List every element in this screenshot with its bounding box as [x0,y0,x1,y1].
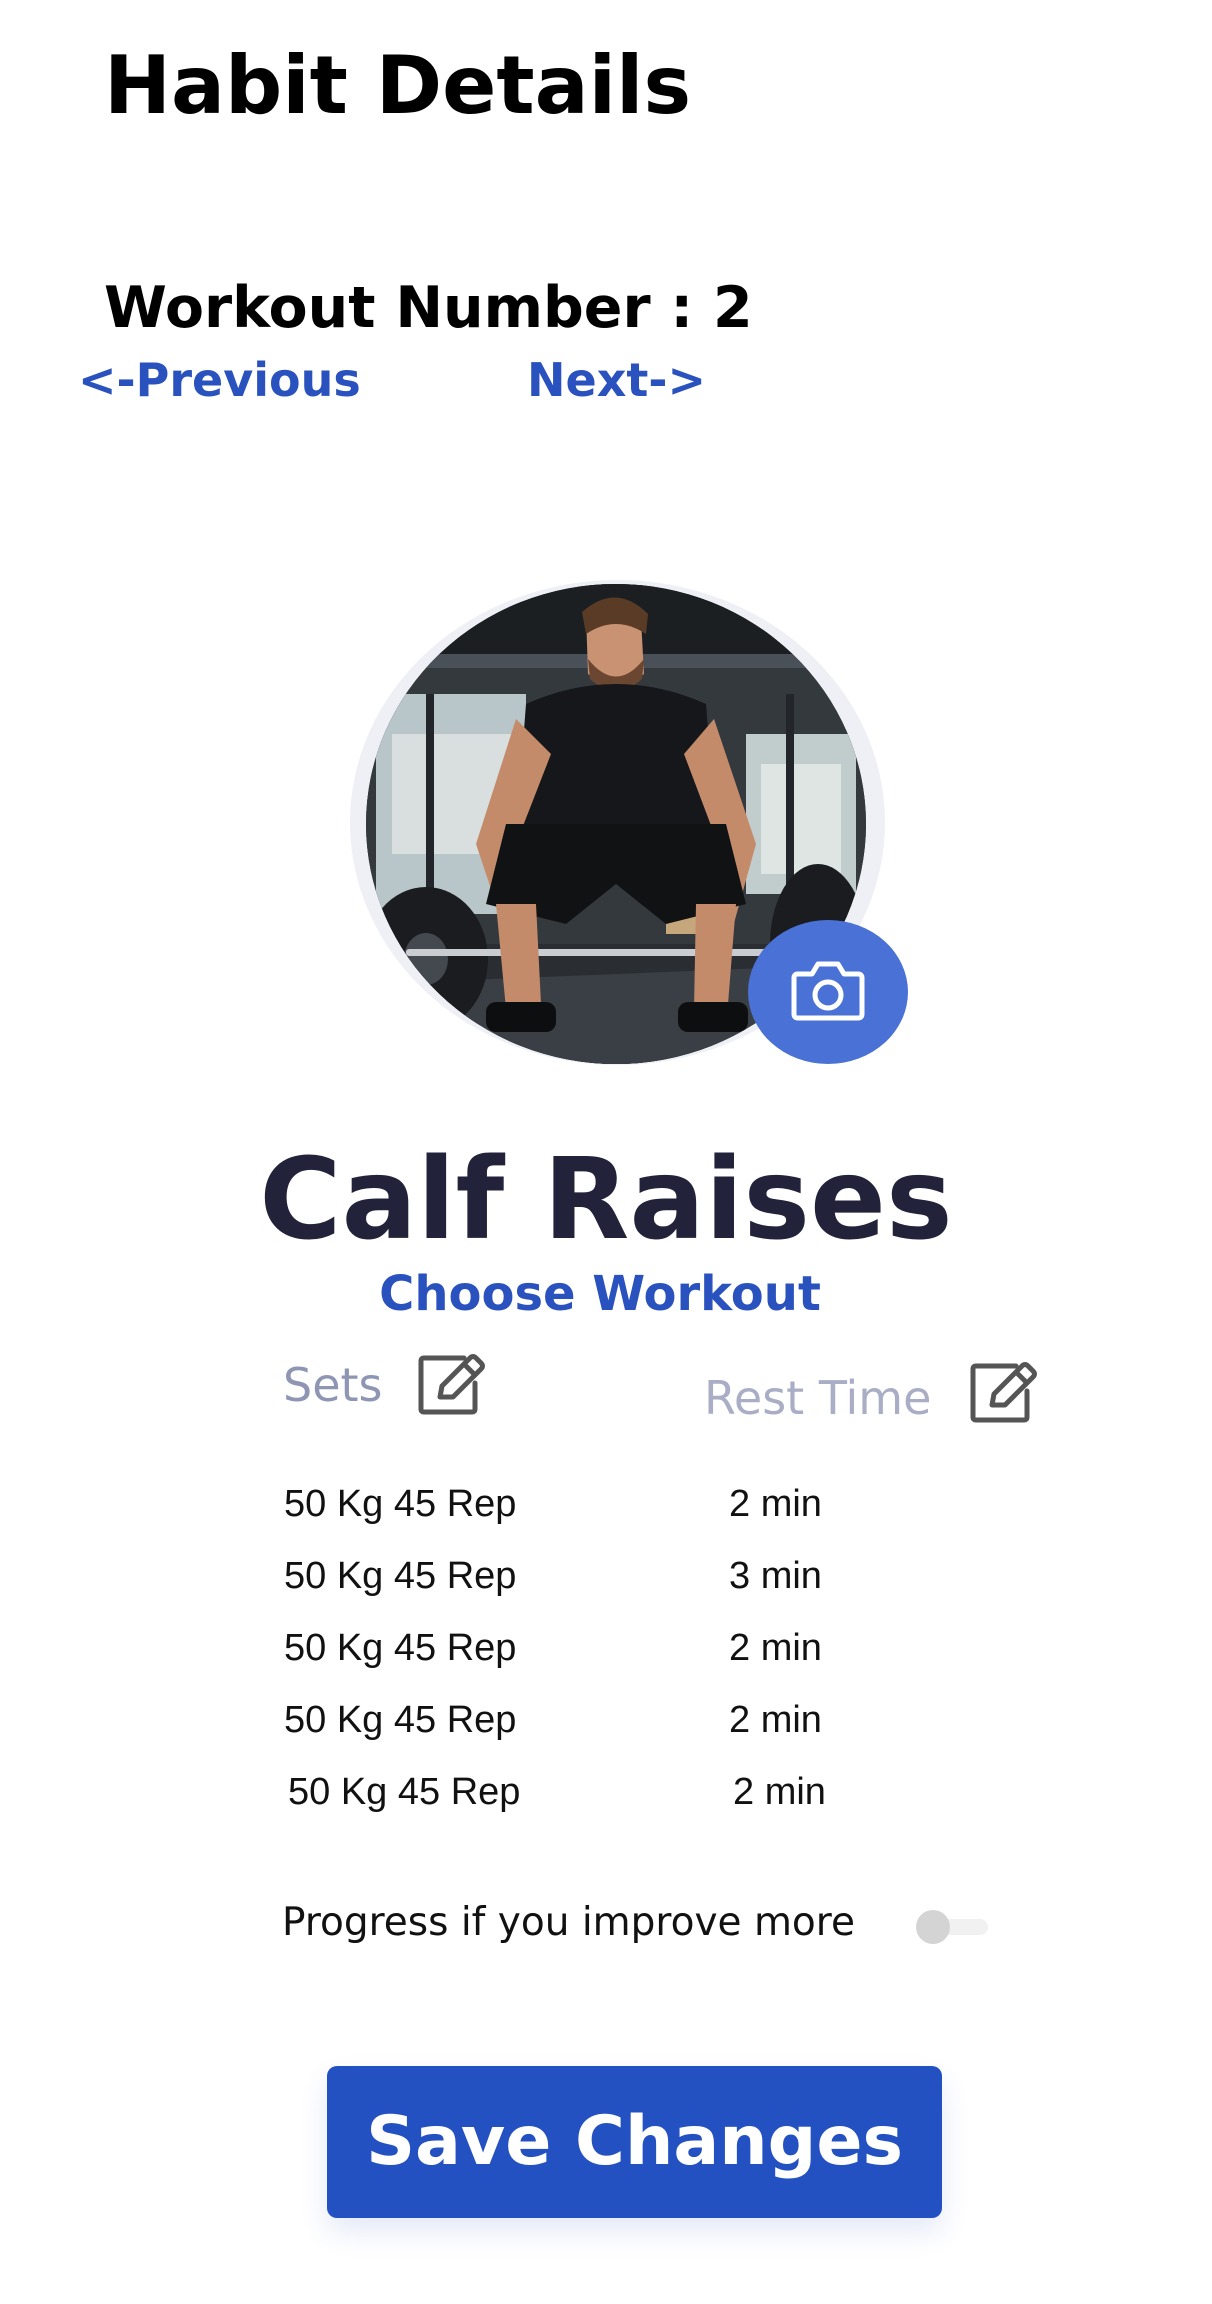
edit-sets-button[interactable] [418,1353,488,1419]
workout-name: Calf Raises [259,1135,953,1265]
set-row: 50 Kg 45 Rep 3 min [284,1544,844,1608]
set-weight-reps: 50 Kg 45 Rep [288,1771,521,1813]
set-weight-reps: 50 Kg 45 Rep [284,1699,517,1741]
set-rest-time: 3 min [729,1555,822,1597]
set-row: 50 Kg 45 Rep 2 min [284,1472,844,1536]
camera-icon [791,961,865,1021]
choose-workout-link[interactable]: Choose Workout [0,1262,1200,1326]
change-photo-button[interactable] [748,920,908,1064]
next-workout-link[interactable]: Next-> [527,350,706,410]
set-row: 50 Kg 45 Rep 2 min [288,1760,848,1824]
set-rest-time: 2 min [729,1699,822,1741]
set-rest-time: 2 min [729,1627,822,1669]
toggle-thumb [916,1910,950,1944]
edit-icon [418,1354,485,1415]
rest-time-column-header: Rest Time [704,1371,932,1425]
set-rest-time: 2 min [729,1483,822,1525]
edit-rest-time-button[interactable] [970,1361,1040,1427]
workout-number-label: Workout Number : 2 [104,275,753,341]
set-row: 50 Kg 45 Rep 2 min [284,1688,844,1752]
set-weight-reps: 50 Kg 45 Rep [284,1483,517,1525]
progress-toggle[interactable] [916,1908,988,1944]
page-title: Habit Details [104,39,692,132]
set-weight-reps: 50 Kg 45 Rep [284,1627,517,1669]
edit-icon [970,1362,1037,1423]
set-row: 50 Kg 45 Rep 2 min [284,1616,844,1680]
previous-workout-link[interactable]: <-Previous [78,350,361,410]
progress-toggle-label: Progress if you improve more [282,1900,855,1945]
set-rest-time: 2 min [733,1771,826,1813]
set-weight-reps: 50 Kg 45 Rep [284,1555,517,1597]
sets-column-header: Sets [283,1358,383,1412]
save-changes-button[interactable]: Save Changes [327,2066,942,2218]
